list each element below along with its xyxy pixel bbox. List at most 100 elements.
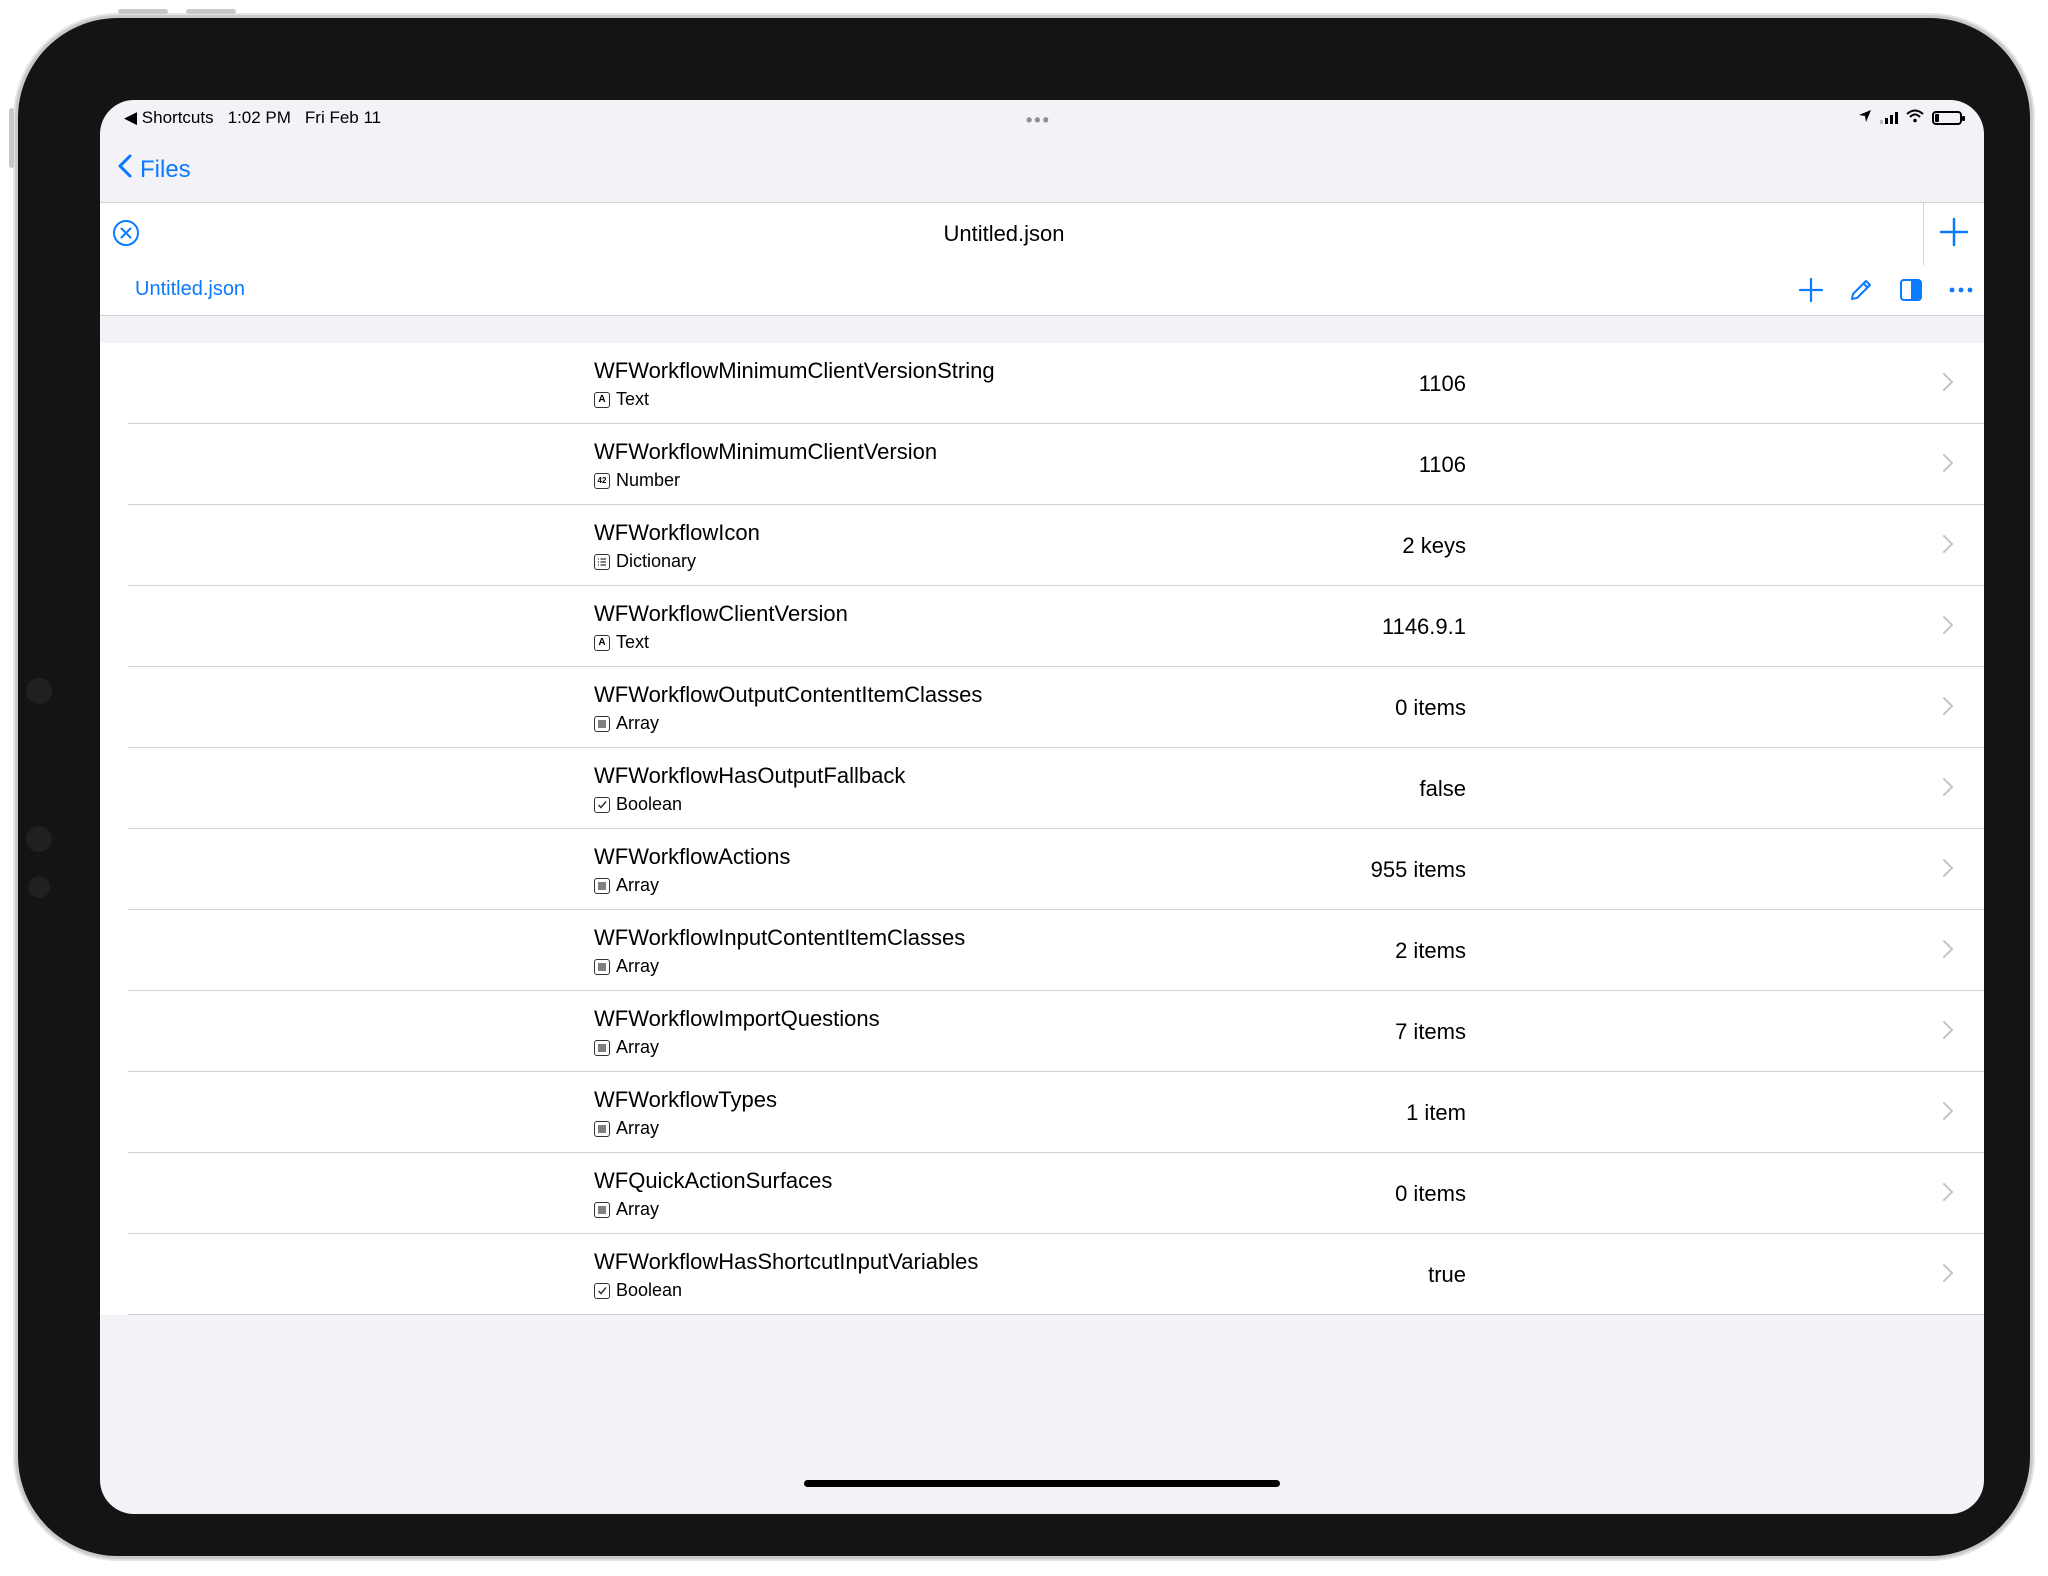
key-name: WFQuickActionSurfaces [594, 1168, 833, 1193]
dictionary-icon [594, 553, 610, 570]
value-type-label: Array [616, 1037, 660, 1057]
add-item-button[interactable] [1796, 275, 1826, 305]
value-type: Array [594, 875, 659, 896]
value-summary: 2 items [1395, 938, 1466, 963]
chevron-right-icon [1942, 1263, 1954, 1288]
boolean-icon [594, 796, 610, 813]
chevron-right-icon [1942, 534, 1954, 559]
sensor [26, 826, 52, 852]
list-item[interactable]: WFWorkflowActions Array 955 items [100, 829, 1984, 910]
value-type-label: Dictionary [616, 551, 697, 571]
list-item[interactable]: WFWorkflowOutputContentItemClasses Array… [100, 667, 1984, 748]
chevron-right-icon [1942, 1020, 1954, 1045]
array-icon [594, 715, 610, 732]
new-tab-button[interactable] [1923, 203, 1984, 265]
value-summary: true [1428, 1262, 1466, 1287]
top-button [186, 9, 236, 14]
back-button-label: Files [140, 155, 191, 183]
key-name: WFWorkflowHasOutputFallback [594, 763, 906, 788]
chevron-right-icon [1942, 453, 1954, 478]
key-name: WFWorkflowInputContentItemClasses [594, 925, 966, 950]
value-summary: 7 items [1395, 1019, 1466, 1044]
wifi-icon [1906, 108, 1924, 128]
boolean-icon [594, 1282, 610, 1299]
list-item[interactable]: WFWorkflowHasShortcutInputVariables Bool… [100, 1234, 1984, 1315]
front-camera [26, 678, 52, 704]
value-type: Array [594, 1199, 659, 1220]
value-type-label: Number [616, 470, 681, 490]
array-icon [594, 1201, 610, 1218]
list-item[interactable]: WFWorkflowMinimumClientVersion 42 Number… [100, 424, 1984, 505]
value-summary: 1146.9.1 [1381, 614, 1466, 639]
key-name: WFWorkflowOutputContentItemClasses [594, 682, 983, 707]
plus-icon [1798, 277, 1824, 303]
list-item[interactable]: WFWorkflowTypes Array 1 item [100, 1072, 1984, 1153]
array-icon [594, 958, 610, 975]
side-button [9, 108, 14, 168]
value-type: 42 Number [594, 470, 680, 491]
array-icon [594, 1120, 610, 1137]
chevron-right-icon [1942, 858, 1954, 883]
value-type-label: Text [616, 389, 650, 409]
value-summary: 1 item [1406, 1100, 1466, 1125]
status-bar: ◀ Shortcuts 1:02 PM Fri Feb 11 ••• [100, 100, 1984, 134]
more-options-button[interactable] [1946, 275, 1976, 305]
ipad-frame: ◀ Shortcuts 1:02 PM Fri Feb 11 ••• Files… [9, 9, 2030, 1556]
status-date: Fri Feb 11 [304, 108, 382, 127]
back-button[interactable]: Files [118, 154, 191, 185]
top-button [118, 9, 168, 14]
value-type: Dictionary [594, 551, 696, 572]
screen: ◀ Shortcuts 1:02 PM Fri Feb 11 ••• Files… [100, 100, 1984, 1514]
list-item[interactable]: WFWorkflowClientVersion A Text 1146.9.1 [100, 586, 1984, 667]
edit-button[interactable] [1846, 275, 1876, 305]
breadcrumb-bar: Untitled.json [100, 265, 1984, 316]
document-title[interactable]: Untitled.json [100, 221, 1908, 247]
key-name: WFWorkflowHasShortcutInputVariables [594, 1249, 979, 1274]
value-summary: false [1419, 776, 1466, 801]
sensor [28, 876, 50, 898]
value-summary: 955 items [1370, 857, 1466, 882]
multitasking-dots[interactable]: ••• [1026, 110, 1051, 131]
value-type: Array [594, 713, 659, 734]
value-type-label: Array [616, 956, 660, 976]
value-type: A Text [594, 389, 649, 410]
value-type-label: Array [616, 1118, 660, 1138]
key-name: WFWorkflowMinimumClientVersionString [594, 358, 995, 383]
value-summary: 0 items [1395, 1181, 1466, 1206]
list-item[interactable]: WFWorkflowImportQuestions Array 7 items [100, 991, 1984, 1072]
home-indicator[interactable] [804, 1480, 1280, 1487]
value-type-label: Array [616, 1199, 660, 1219]
document-tab-bar: Untitled.json [100, 202, 1984, 266]
list-item[interactable]: WFWorkflowInputContentItemClasses Array … [100, 910, 1984, 991]
chevron-right-icon [1942, 372, 1954, 397]
chevron-left-icon [118, 154, 132, 185]
text-icon: A [594, 391, 610, 408]
location-icon [1858, 108, 1872, 128]
text-icon: A [594, 634, 610, 651]
value-summary: 1106 [1418, 452, 1466, 477]
value-type: Array [594, 1118, 659, 1139]
chevron-right-icon [1942, 615, 1954, 640]
pencil-icon [1851, 280, 1871, 300]
key-name: WFWorkflowTypes [594, 1087, 777, 1112]
array-icon [594, 877, 610, 894]
value-type: Array [594, 1037, 659, 1058]
chevron-right-icon [1942, 1101, 1954, 1126]
status-time: 1:02 PM [227, 108, 291, 127]
battery-icon [1932, 111, 1965, 125]
ellipsis-icon [1949, 287, 1973, 293]
list-item[interactable]: WFWorkflowIcon Dictionary 2 keys [100, 505, 1984, 586]
breadcrumb[interactable]: Untitled.json [135, 278, 245, 301]
key-name: WFWorkflowIcon [594, 520, 760, 545]
back-to-app-link[interactable]: ◀ Shortcuts [124, 108, 214, 128]
list-item[interactable]: WFQuickActionSurfaces Array 0 items [100, 1153, 1984, 1234]
list-item[interactable]: WFWorkflowMinimumClientVersionString A T… [100, 343, 1984, 424]
value-summary: 2 keys [1402, 533, 1466, 558]
number-icon: 42 [594, 472, 610, 489]
value-type-label: Boolean [616, 1280, 683, 1300]
list-item[interactable]: WFWorkflowHasOutputFallback Boolean fals… [100, 748, 1984, 829]
value-type-label: Array [616, 713, 660, 733]
key-name: WFWorkflowImportQuestions [594, 1006, 880, 1031]
sidebar-toggle-button[interactable] [1896, 275, 1926, 305]
chevron-right-icon [1942, 777, 1954, 802]
